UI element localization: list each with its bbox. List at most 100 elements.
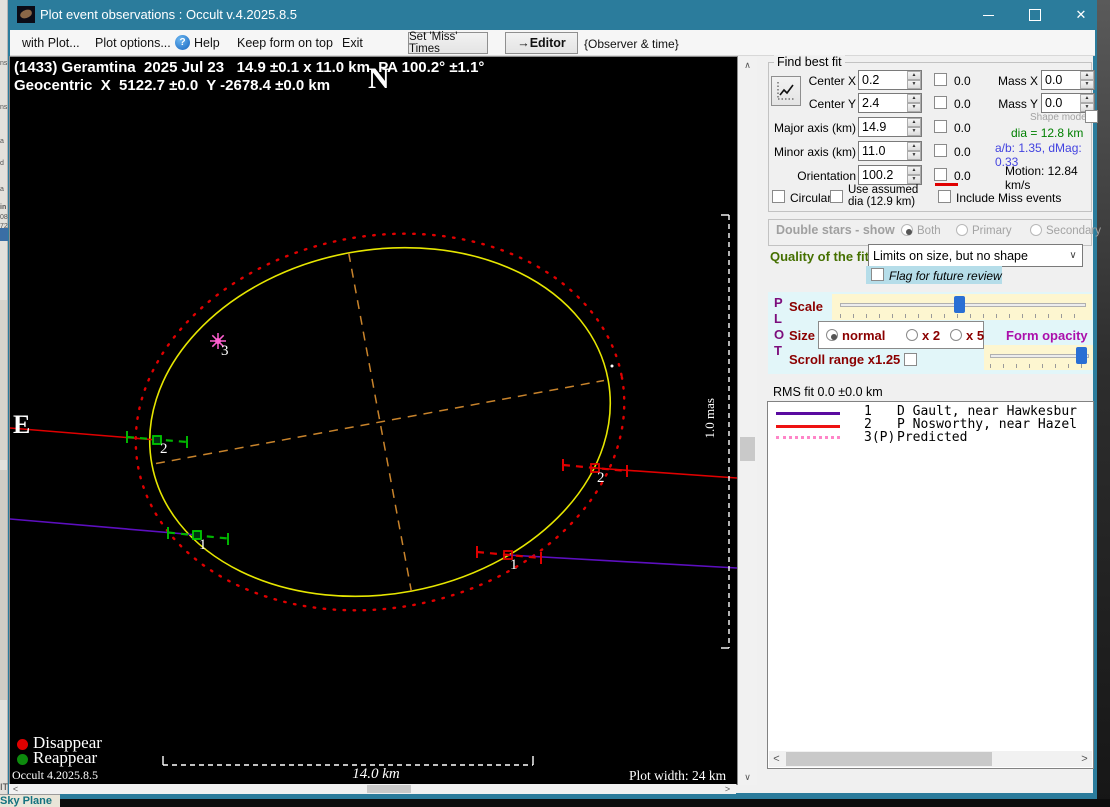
- center-y-input[interactable]: 2.4 ▲ ▼: [858, 93, 922, 113]
- center-x-spinner[interactable]: ▲ ▼: [907, 71, 921, 89]
- orientation-spinner[interactable]: ▲ ▼: [907, 166, 921, 184]
- center-y-spinner[interactable]: ▲ ▼: [907, 94, 921, 112]
- spin-down-icon[interactable]: ▼: [907, 127, 921, 136]
- center-x-fit-checkbox[interactable]: [934, 73, 947, 86]
- double-secondary-radio[interactable]: [1030, 224, 1042, 236]
- editor-button[interactable]: →Editor: [505, 32, 578, 54]
- observer-time-label: {Observer & time}: [584, 37, 679, 51]
- scale-slider-thumb[interactable]: [954, 296, 965, 313]
- scroll-right-icon[interactable]: >: [1077, 751, 1092, 767]
- major-axis-fit-checkbox[interactable]: [934, 120, 947, 133]
- dropdown-arrow-icon[interactable]: ∨: [1064, 250, 1082, 261]
- spin-up-icon[interactable]: ▲: [907, 118, 921, 127]
- include-miss-checkbox[interactable]: [938, 190, 951, 203]
- major-axis-spinner[interactable]: ▲ ▼: [907, 118, 921, 136]
- mass-y-label: Mass Y: [998, 97, 1038, 111]
- spin-up-icon[interactable]: ▲: [1080, 94, 1094, 103]
- use-assumed-dia-checkbox[interactable]: [830, 190, 843, 203]
- spin-up-icon[interactable]: ▲: [907, 94, 921, 103]
- mass-x-value[interactable]: 0.0: [1042, 71, 1080, 89]
- center-y-fit-checkbox[interactable]: [934, 96, 947, 109]
- major-axis-input[interactable]: 14.9 ▲ ▼: [858, 117, 922, 137]
- opacity-slider-ticks: [990, 364, 1087, 368]
- bg-text-fragment: a: [0, 186, 4, 193]
- menu-help[interactable]: Help: [194, 36, 220, 50]
- mas-scale-label: 1.0 mas: [702, 398, 717, 439]
- scroll-up-icon[interactable]: ∧: [738, 57, 757, 73]
- minor-axis-input[interactable]: 11.0 ▲ ▼: [858, 141, 922, 161]
- spin-down-icon[interactable]: ▼: [907, 175, 921, 184]
- minimize-button[interactable]: [968, 0, 1008, 30]
- double-both-label: Both: [917, 225, 941, 237]
- double-primary-label: Primary: [972, 225, 1012, 237]
- size-x2-radio[interactable]: [906, 329, 918, 341]
- observers-listbox[interactable]: 1 D Gault, near Hawkesbur 2 P Nosworthy,…: [767, 401, 1094, 769]
- spin-up-icon[interactable]: ▲: [907, 71, 921, 80]
- size-normal-radio[interactable]: [826, 329, 838, 341]
- orientation-fit-checkbox[interactable]: [934, 168, 947, 181]
- scale-slider[interactable]: [832, 294, 1092, 320]
- shape-model-checkbox[interactable]: [1085, 110, 1098, 123]
- circular-checkbox[interactable]: [772, 190, 785, 203]
- find-best-fit-title: Find best fit: [774, 55, 845, 69]
- center-y-value[interactable]: 2.4: [859, 94, 907, 112]
- menu-exit[interactable]: Exit: [342, 36, 363, 50]
- center-x-value[interactable]: 0.2: [859, 71, 907, 89]
- scroll-range-checkbox[interactable]: [904, 353, 917, 366]
- sky-plane-tab[interactable]: Sky Plane: [0, 794, 60, 807]
- form-opacity-slider[interactable]: [984, 345, 1093, 370]
- set-miss-times-button[interactable]: Set 'Miss' Times: [408, 31, 488, 55]
- scroll-left-icon[interactable]: <: [769, 751, 784, 767]
- plot-vscrollbar[interactable]: ∧ ∨: [738, 57, 757, 785]
- scroll-left-icon[interactable]: <: [9, 784, 22, 794]
- size-x5-radio[interactable]: [950, 329, 962, 341]
- close-button[interactable]: ✕: [1061, 0, 1101, 30]
- plot-title-line2: Geocentric X 5122.7 ±0.0 Y -2678.4 ±0.0 …: [14, 77, 331, 94]
- mass-y-value[interactable]: 0.0: [1042, 94, 1080, 112]
- size-x2-label: x 2: [922, 328, 941, 343]
- double-stars-title: Double stars - show: [776, 223, 895, 237]
- help-icon[interactable]: ?: [175, 35, 190, 50]
- spin-down-icon[interactable]: ▼: [907, 103, 921, 112]
- menu-with-plot[interactable]: with Plot...: [22, 36, 80, 50]
- vscroll-thumb[interactable]: [740, 437, 755, 461]
- listbox-hscrollbar[interactable]: < >: [769, 751, 1092, 767]
- observer3-name[interactable]: Predicted: [897, 430, 967, 445]
- chord1-right-segment: [507, 554, 738, 569]
- double-primary-radio[interactable]: [956, 224, 968, 236]
- orientation-input[interactable]: 100.2 ▲ ▼: [858, 165, 922, 185]
- star-point: [610, 364, 614, 368]
- flag-review-checkbox[interactable]: [871, 268, 884, 281]
- spin-down-icon[interactable]: ▼: [907, 80, 921, 89]
- mass-x-spinner[interactable]: ▲ ▼: [1080, 71, 1094, 89]
- spin-up-icon[interactable]: ▲: [907, 166, 921, 175]
- listbox-hscroll-thumb[interactable]: [786, 752, 992, 766]
- menu-keep-form-on-top[interactable]: Keep form on top: [237, 36, 333, 50]
- plot-canvas[interactable]: [9, 56, 738, 785]
- hscroll-thumb[interactable]: [367, 785, 411, 793]
- spin-up-icon[interactable]: ▲: [1080, 71, 1094, 80]
- orientation-value[interactable]: 100.2: [859, 166, 907, 184]
- maximize-button[interactable]: [1015, 0, 1055, 30]
- center-x-input[interactable]: 0.2 ▲ ▼: [858, 70, 922, 90]
- desktop-edge: [1097, 0, 1110, 807]
- quality-select[interactable]: Limits on size, but no shape ∨: [868, 244, 1083, 267]
- spin-down-icon[interactable]: ▼: [907, 151, 921, 160]
- menu-plot-options[interactable]: Plot options...: [95, 36, 171, 50]
- double-both-radio[interactable]: [901, 224, 913, 236]
- major-axis-value[interactable]: 14.9: [859, 118, 907, 136]
- opacity-slider-thumb[interactable]: [1076, 347, 1087, 364]
- spin-up-icon[interactable]: ▲: [907, 142, 921, 151]
- plot-hscrollbar[interactable]: < >: [9, 784, 736, 794]
- titlebar[interactable]: Plot event observations : Occult v.4.202…: [8, 0, 1097, 30]
- mass-x-input[interactable]: 0.0 ▲ ▼: [1041, 70, 1095, 90]
- scroll-right-icon[interactable]: >: [721, 784, 734, 794]
- minor-axis-value[interactable]: 11.0: [859, 142, 907, 160]
- scroll-down-icon[interactable]: ∨: [738, 769, 757, 785]
- bg-text-fragment: 08: [0, 214, 8, 221]
- minor-axis-fit-checkbox[interactable]: [934, 144, 947, 157]
- spin-down-icon[interactable]: ▼: [1080, 80, 1094, 89]
- observer3-num[interactable]: 3(P): [864, 430, 895, 445]
- minor-axis-spinner[interactable]: ▲ ▼: [907, 142, 921, 160]
- opacity-slider-track[interactable]: [990, 354, 1089, 358]
